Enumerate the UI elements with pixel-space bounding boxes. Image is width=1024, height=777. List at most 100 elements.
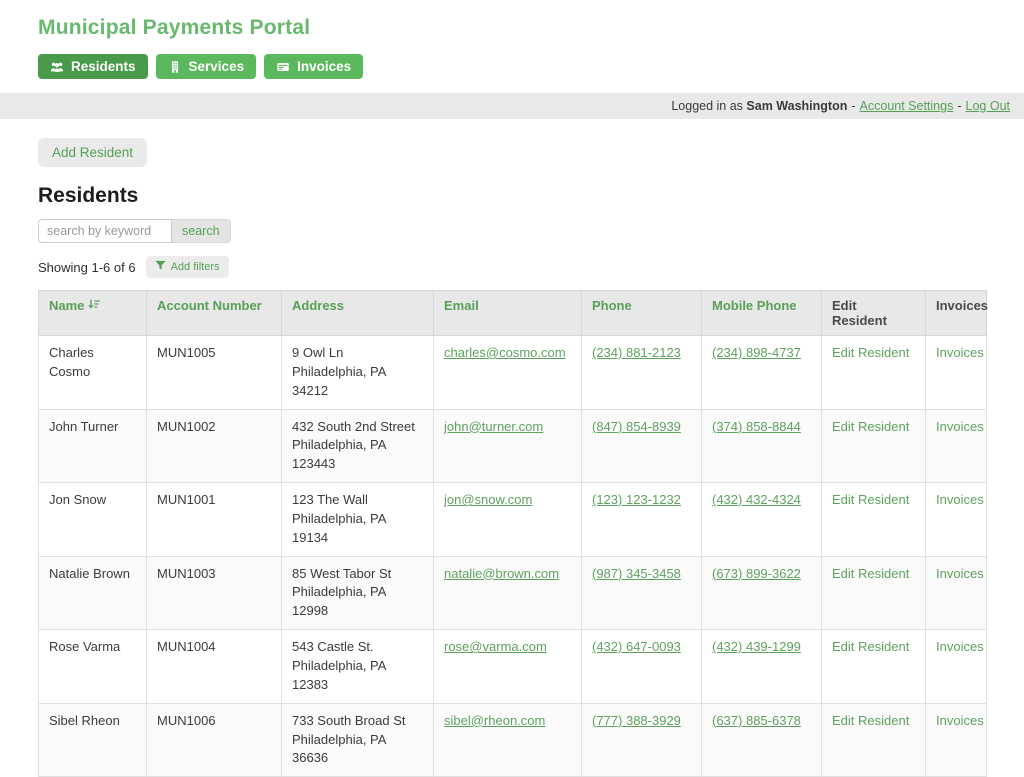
- address-line1: 123 The Wall: [292, 491, 423, 510]
- page-title: Residents: [38, 184, 986, 208]
- resident-name: John Turner: [39, 409, 147, 483]
- invoices-link[interactable]: Invoices: [936, 713, 984, 728]
- mobile-phone-link[interactable]: (637) 885-6378: [712, 713, 801, 728]
- column-header-mobile-phone[interactable]: Mobile Phone: [702, 291, 822, 336]
- address-line2: Philadelphia, PA 36636: [292, 731, 423, 769]
- address-line1: 543 Castle St.: [292, 638, 423, 657]
- email-link[interactable]: natalie@brown.com: [444, 566, 559, 581]
- address-line1: 432 South 2nd Street: [292, 418, 423, 437]
- nav-button-services[interactable]: Services: [156, 54, 257, 79]
- address-line2: Philadelphia, PA 19134: [292, 510, 423, 548]
- mobile-phone-link[interactable]: (673) 899-3622: [712, 566, 801, 581]
- column-header-invoices: Invoices: [926, 291, 987, 336]
- edit-resident-link[interactable]: Edit Resident: [832, 492, 909, 507]
- column-header-account-number[interactable]: Account Number: [147, 291, 282, 336]
- logged-in-username: Sam Washington: [746, 99, 847, 113]
- nav-label: Services: [189, 59, 245, 74]
- column-header-edit-resident: Edit Resident: [822, 291, 926, 336]
- add-filters-button[interactable]: Add filters: [146, 256, 229, 278]
- account-number: MUN1002: [147, 409, 282, 483]
- column-header-phone[interactable]: Phone: [582, 291, 702, 336]
- table-row: Rose Varma MUN1004 543 Castle St.Philade…: [39, 630, 987, 704]
- main-content: Add Resident Residents search Showing 1-…: [0, 119, 1024, 777]
- email-link[interactable]: john@turner.com: [444, 419, 543, 434]
- main-nav: Residents Services: [38, 54, 1024, 79]
- account-number: MUN1001: [147, 483, 282, 557]
- resident-name: Natalie Brown: [39, 556, 147, 630]
- account-number: MUN1005: [147, 336, 282, 410]
- invoices-link[interactable]: Invoices: [936, 345, 984, 360]
- credit-card-icon: [276, 60, 290, 74]
- log-out-link[interactable]: Log Out: [966, 99, 1010, 113]
- address: 123 The WallPhiladelphia, PA 19134: [282, 483, 434, 557]
- resident-name: Sibel Rheon: [39, 703, 147, 777]
- mobile-phone-link[interactable]: (432) 432-4324: [712, 492, 801, 507]
- table-row: John Turner MUN1002 432 South 2nd Street…: [39, 409, 987, 483]
- column-header-label: Name: [49, 298, 84, 313]
- address: 9 Owl LnPhiladelphia, PA 34212: [282, 336, 434, 410]
- nav-label: Invoices: [297, 59, 351, 74]
- account-number: MUN1003: [147, 556, 282, 630]
- address: 85 West Tabor StPhiladelphia, PA 12998: [282, 556, 434, 630]
- resident-name: Rose Varma: [39, 630, 147, 704]
- residents-table: Name Account Number Address Email Phone …: [38, 290, 987, 777]
- sort-icon: [88, 298, 100, 313]
- mobile-phone-link[interactable]: (234) 898-4737: [712, 345, 801, 360]
- separator: -: [851, 99, 855, 113]
- edit-resident-link[interactable]: Edit Resident: [832, 713, 909, 728]
- invoices-link[interactable]: Invoices: [936, 419, 984, 434]
- column-header-name[interactable]: Name: [39, 291, 147, 336]
- users-icon: [50, 60, 64, 74]
- nav-button-residents[interactable]: Residents: [38, 54, 148, 79]
- invoices-link[interactable]: Invoices: [936, 639, 984, 654]
- table-row: Natalie Brown MUN1003 85 West Tabor StPh…: [39, 556, 987, 630]
- invoices-link[interactable]: Invoices: [936, 566, 984, 581]
- table-row: Charles Cosmo MUN1005 9 Owl LnPhiladelph…: [39, 336, 987, 410]
- email-link[interactable]: charles@cosmo.com: [444, 345, 566, 360]
- user-status-bar: Logged in as Sam Washington - Account Se…: [0, 93, 1024, 119]
- address: 432 South 2nd StreetPhiladelphia, PA 123…: [282, 409, 434, 483]
- table-row: Sibel Rheon MUN1006 733 South Broad StPh…: [39, 703, 987, 777]
- mobile-phone-link[interactable]: (432) 439-1299: [712, 639, 801, 654]
- address-line2: Philadelphia, PA 34212: [292, 363, 423, 401]
- page-header: Municipal Payments Portal Residents: [0, 0, 1024, 79]
- phone-link[interactable]: (847) 854-8939: [592, 419, 681, 434]
- mobile-phone-link[interactable]: (374) 858-8844: [712, 419, 801, 434]
- account-number: MUN1004: [147, 630, 282, 704]
- building-icon: [168, 60, 182, 74]
- nav-button-invoices[interactable]: Invoices: [264, 54, 363, 79]
- phone-link[interactable]: (987) 345-3458: [592, 566, 681, 581]
- address-line2: Philadelphia, PA 123443: [292, 436, 423, 474]
- phone-link[interactable]: (777) 388-3929: [592, 713, 681, 728]
- invoices-link[interactable]: Invoices: [936, 492, 984, 507]
- edit-resident-link[interactable]: Edit Resident: [832, 345, 909, 360]
- address-line1: 733 South Broad St: [292, 712, 423, 731]
- phone-link[interactable]: (432) 647-0093: [592, 639, 681, 654]
- email-link[interactable]: jon@snow.com: [444, 492, 532, 507]
- column-header-email[interactable]: Email: [434, 291, 582, 336]
- address-line1: 9 Owl Ln: [292, 344, 423, 363]
- edit-resident-link[interactable]: Edit Resident: [832, 639, 909, 654]
- address-line2: Philadelphia, PA 12998: [292, 583, 423, 621]
- add-resident-button[interactable]: Add Resident: [38, 138, 147, 167]
- account-settings-link[interactable]: Account Settings: [860, 99, 954, 113]
- table-row: Jon Snow MUN1001 123 The WallPhiladelphi…: [39, 483, 987, 557]
- logged-in-prefix: Logged in as: [671, 99, 743, 113]
- search-form: search: [38, 219, 986, 243]
- account-number: MUN1006: [147, 703, 282, 777]
- edit-resident-link[interactable]: Edit Resident: [832, 419, 909, 434]
- phone-link[interactable]: (123) 123-1232: [592, 492, 681, 507]
- filter-icon: [155, 260, 166, 274]
- email-link[interactable]: sibel@rheon.com: [444, 713, 545, 728]
- phone-link[interactable]: (234) 881-2123: [592, 345, 681, 360]
- search-input[interactable]: [38, 219, 172, 243]
- showing-count-text: Showing 1-6 of 6: [38, 260, 136, 275]
- results-meta-row: Showing 1-6 of 6 Add filters: [38, 256, 986, 278]
- email-link[interactable]: rose@varma.com: [444, 639, 547, 654]
- address-line2: Philadelphia, PA 12383: [292, 657, 423, 695]
- column-header-address[interactable]: Address: [282, 291, 434, 336]
- search-button[interactable]: search: [172, 219, 231, 243]
- edit-resident-link[interactable]: Edit Resident: [832, 566, 909, 581]
- resident-name: Jon Snow: [39, 483, 147, 557]
- nav-label: Residents: [71, 59, 136, 74]
